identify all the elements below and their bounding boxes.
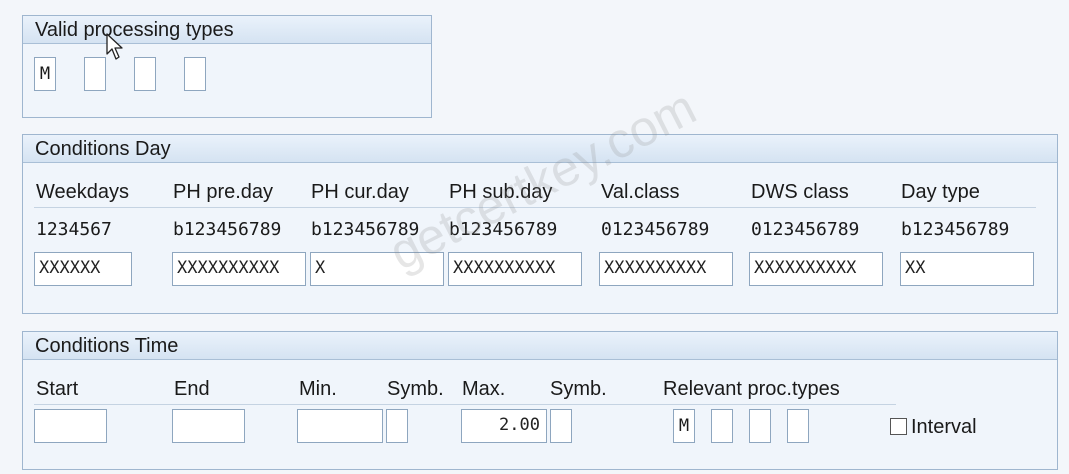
min-input[interactable]: [297, 409, 383, 443]
mouse-cursor-icon: [106, 33, 123, 60]
symb2-label: Symb.: [550, 378, 607, 400]
ph-cur-day-label: PH cur.day: [311, 181, 409, 203]
valid-processing-types-group: Valid processing types M: [22, 15, 432, 118]
processing-type-field-4[interactable]: [184, 57, 206, 91]
interval-checkbox[interactable]: [890, 418, 907, 435]
val-class-mask: 0123456789: [601, 219, 710, 240]
val-class-label: Val.class: [601, 181, 680, 203]
weekdays-label: Weekdays: [36, 181, 130, 203]
max-label: Max.: [462, 378, 506, 400]
symb2-input[interactable]: [550, 409, 572, 443]
relevant-proc-type-field-2[interactable]: [711, 409, 733, 443]
conditions-time-group: Conditions Time Start End Min. Symb. Max…: [22, 331, 1058, 470]
weekdays-input[interactable]: XXXXXX: [34, 252, 132, 286]
dws-class-mask: 0123456789: [751, 219, 860, 240]
day-type-input[interactable]: XX: [900, 252, 1034, 286]
symb-input[interactable]: [386, 409, 408, 443]
end-input[interactable]: [172, 409, 245, 443]
relevant-proc-type-field-3[interactable]: [749, 409, 771, 443]
header-separator: [34, 207, 1036, 208]
ph-sub-day-mask: b123456789: [449, 219, 558, 240]
weekdays-mask: 1234567: [36, 219, 112, 240]
day-type-label: Day type: [901, 181, 980, 203]
conditions-time-title: Conditions Time: [23, 332, 1057, 360]
relevant-proc-type-field-4[interactable]: [787, 409, 809, 443]
valid-processing-types-title: Valid processing types: [23, 16, 431, 44]
dws-class-label: DWS class: [751, 181, 849, 203]
relevant-proc-types-label: Relevant proc.types: [663, 378, 840, 400]
ph-cur-day-input[interactable]: X: [310, 252, 444, 286]
start-input[interactable]: [34, 409, 107, 443]
max-input[interactable]: 2.00: [461, 409, 547, 443]
ph-sub-day-input[interactable]: XXXXXXXXXX: [448, 252, 582, 286]
relevant-proc-type-field-1[interactable]: M: [673, 409, 695, 443]
ph-sub-day-label: PH sub.day: [449, 181, 553, 203]
interval-label: Interval: [911, 416, 977, 438]
ph-pre-day-input[interactable]: XXXXXXXXXX: [172, 252, 306, 286]
ph-pre-day-label: PH pre.day: [173, 181, 274, 203]
min-label: Min.: [299, 378, 337, 400]
conditions-day-group: Conditions Day Weekdays PH pre.day PH cu…: [22, 134, 1058, 314]
end-label: End: [174, 378, 210, 400]
processing-type-field-1[interactable]: M: [34, 57, 56, 91]
ph-cur-day-mask: b123456789: [311, 219, 420, 240]
start-label: Start: [36, 378, 79, 400]
day-type-mask: b123456789: [901, 219, 1010, 240]
processing-type-field-2[interactable]: [84, 57, 106, 91]
symb-label: Symb.: [387, 378, 444, 400]
ph-pre-day-mask: b123456789: [173, 219, 282, 240]
processing-type-field-3[interactable]: [134, 57, 156, 91]
time-header-separator: [34, 404, 896, 405]
val-class-input[interactable]: XXXXXXXXXX: [599, 252, 733, 286]
conditions-day-title: Conditions Day: [23, 135, 1057, 163]
dws-class-input[interactable]: XXXXXXXXXX: [749, 252, 883, 286]
